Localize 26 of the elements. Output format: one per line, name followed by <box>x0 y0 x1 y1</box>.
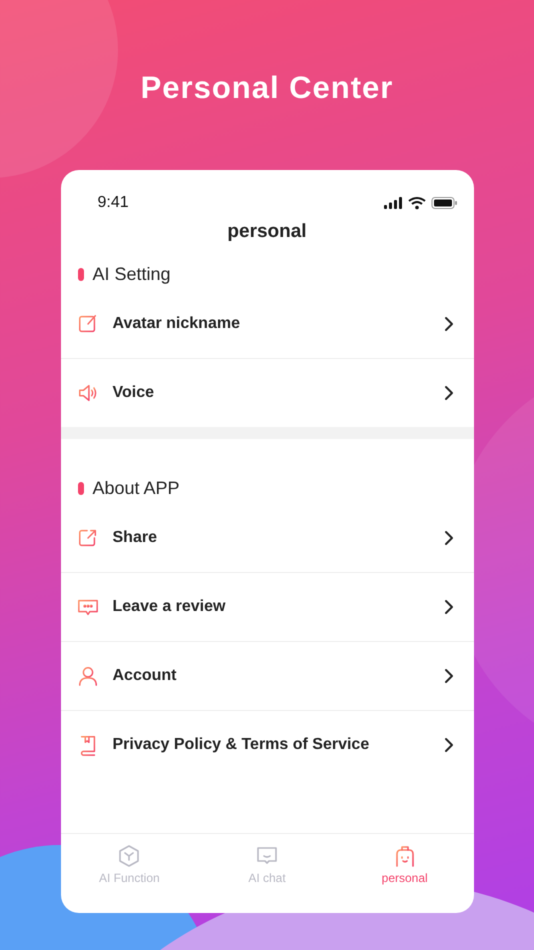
menu-item[interactable]: Avatar nickname <box>60 289 474 358</box>
battery-icon <box>431 197 456 209</box>
menu-item[interactable]: Account <box>60 641 474 710</box>
section-marker <box>78 482 84 494</box>
chevron-icon <box>444 385 454 401</box>
person-icon <box>76 665 98 687</box>
menu-item[interactable]: Share <box>60 503 474 572</box>
speaker-icon <box>76 382 98 404</box>
wifi-icon <box>408 197 426 210</box>
section-title: About APP <box>92 478 180 498</box>
chevron-icon <box>444 530 454 546</box>
menu-item[interactable]: Privacy Policy & Terms of Service <box>60 710 474 779</box>
signal-icon <box>384 197 402 209</box>
page-title: Personal Center <box>140 69 394 107</box>
tab[interactable]: personal <box>336 834 474 913</box>
section-title: AI Setting <box>92 264 171 284</box>
menu-item[interactable]: Leave a review <box>60 572 474 641</box>
status-time: 9:41 <box>98 194 129 212</box>
cube-icon <box>117 844 142 868</box>
edit-icon <box>76 312 98 334</box>
section-marker <box>78 268 84 280</box>
chevron-icon <box>444 668 454 684</box>
chevron-icon <box>444 599 454 615</box>
chevron-icon <box>444 316 454 332</box>
chevron-icon <box>444 737 454 753</box>
nav-title: personal <box>226 220 308 244</box>
